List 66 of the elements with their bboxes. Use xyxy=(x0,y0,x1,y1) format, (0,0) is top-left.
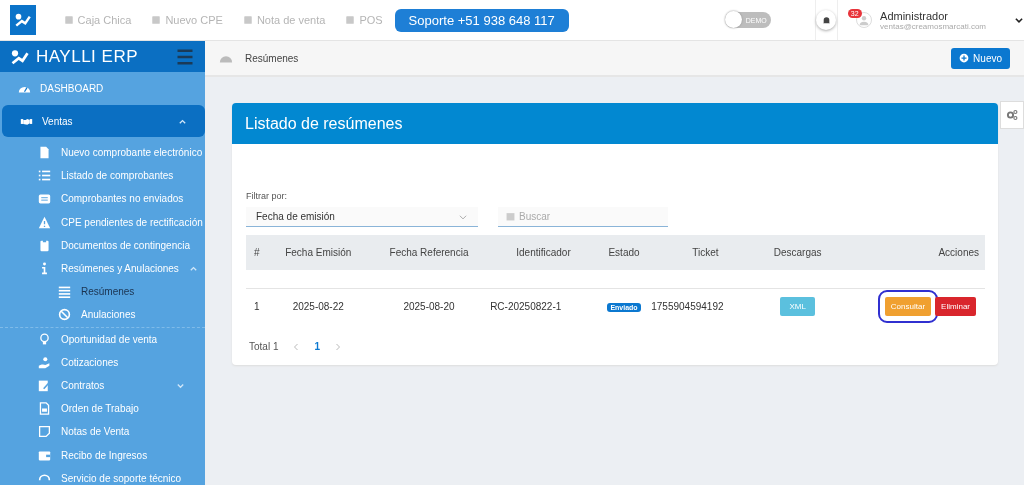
table-cell: 1755904594192 xyxy=(650,288,761,323)
plus-circle-icon xyxy=(959,53,970,63)
delete-button[interactable]: Eliminar xyxy=(935,296,976,316)
table-cell: 2025-08-20 xyxy=(368,288,490,323)
pen-document-icon xyxy=(38,378,51,392)
nav-link[interactable]: POS xyxy=(345,14,383,26)
chevron-left-icon xyxy=(292,342,301,351)
warning-icon xyxy=(38,215,51,229)
total-count: Total 1 xyxy=(249,341,279,352)
submenu-item[interactable]: Listado de comprobantes xyxy=(0,164,205,188)
submenu-item[interactable]: Resúmenes y Anulaciones xyxy=(0,256,205,281)
wallet-icon xyxy=(38,448,51,462)
submenu-item[interactable]: Cotizaciones xyxy=(0,350,205,374)
submenu-item[interactable]: Nuevo comprobante electrónico xyxy=(0,141,205,165)
column-header: Ticket xyxy=(650,235,761,270)
brand-name: HAYLLI ERP xyxy=(36,46,138,67)
nav-link[interactable]: Nota de venta xyxy=(242,14,326,26)
column-header: Descargas xyxy=(760,235,835,270)
ban-icon xyxy=(58,308,71,322)
settings-icon xyxy=(1006,109,1018,121)
chevron-down-icon xyxy=(1014,15,1024,25)
list-icon xyxy=(58,285,71,299)
card-title: Listado de resúmenes xyxy=(232,103,998,144)
column-header: Estado xyxy=(597,235,651,270)
column-header: Fecha Emisión xyxy=(267,235,369,270)
submenu-item[interactable]: Contratos xyxy=(0,373,205,398)
breadcrumb: Resúmenes xyxy=(245,52,299,64)
submenu-item[interactable]: Notas de Venta xyxy=(0,420,205,444)
filter-label: Filtrar por: xyxy=(246,191,288,201)
user-name: Administrador xyxy=(880,9,949,22)
submenu-item[interactable]: Oportunidad de venta xyxy=(0,327,205,351)
submenu-item[interactable]: Documentos de contingencia xyxy=(0,233,205,257)
user-email: ventas@creamosmarcati.com xyxy=(880,21,986,31)
settings-button[interactable] xyxy=(1000,101,1024,129)
list-icon xyxy=(38,169,51,183)
column-header: # xyxy=(246,235,268,270)
search-field[interactable]: Buscar xyxy=(498,207,668,227)
new-button[interactable]: Nuevo xyxy=(951,47,1010,69)
table-cell: 2025-08-22 xyxy=(267,288,369,323)
nav-link[interactable]: Nuevo CPE xyxy=(151,14,223,26)
document-icon xyxy=(38,402,51,416)
column-header: Fecha Referencia xyxy=(368,235,490,270)
page-button[interactable]: 1 xyxy=(314,341,321,352)
column-header: Acciones xyxy=(834,235,985,270)
chevron-right-icon xyxy=(334,342,343,351)
submenu-item[interactable]: Orden de Trabajo xyxy=(0,397,205,421)
column-header: Identificador xyxy=(489,235,598,270)
logo[interactable] xyxy=(10,5,36,35)
filter-dropdown[interactable]: Fecha de emisión xyxy=(246,207,478,227)
envelope-icon xyxy=(38,192,51,206)
nav-link[interactable]: Caja Chica xyxy=(63,14,132,26)
table-cell: RC-20250822-1 xyxy=(489,288,598,323)
submenu-item[interactable]: Anulaciones xyxy=(0,303,205,327)
submenu-item[interactable]: Servicio de soporte técnico xyxy=(0,466,205,485)
xml-download-button[interactable]: XML xyxy=(780,296,815,316)
submenu-item[interactable]: CPE pendientes de rectificación xyxy=(0,210,205,234)
sidebar-item[interactable]: DASHBOARD xyxy=(0,75,205,101)
submenu-item[interactable]: Resúmenes xyxy=(0,280,205,304)
lightbulb-icon xyxy=(38,332,51,346)
submenu-item[interactable]: Recibo de Ingresos xyxy=(0,443,205,467)
clipboard-icon xyxy=(38,238,51,252)
support-button[interactable]: Soporte +51 938 648 117 xyxy=(394,8,569,32)
sidebar-item[interactable]: Ventas xyxy=(2,105,205,137)
table-cell: 1 xyxy=(246,288,268,323)
submenu-item[interactable]: Comprobantes no enviados xyxy=(0,187,205,211)
hand-coin-icon xyxy=(38,355,51,369)
